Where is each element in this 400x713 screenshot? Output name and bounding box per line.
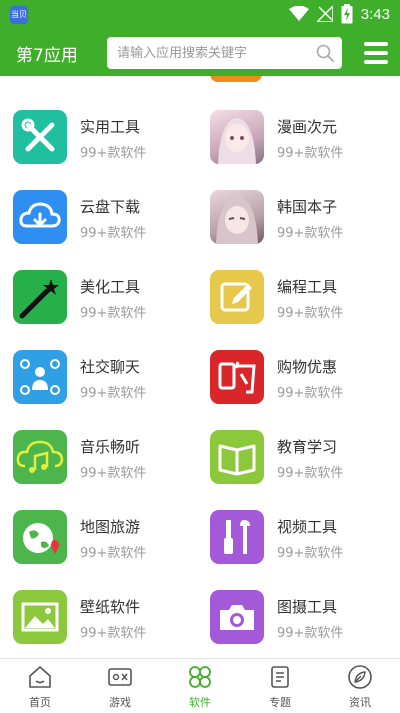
home-icon	[29, 666, 51, 688]
category-item[interactable]: 编程工具 99+款软件	[210, 270, 390, 326]
category-name: 地图旅游	[80, 518, 141, 536]
open-book-icon	[210, 430, 264, 484]
category-name: 社交聊天	[80, 358, 141, 376]
music-cloud-icon	[13, 430, 67, 484]
search-icon[interactable]	[316, 44, 334, 62]
status-bar: 当贝 3:43	[0, 0, 400, 30]
category-item[interactable]: 实用工具 99+款软件	[13, 110, 193, 166]
anime-girl-thumbnail	[210, 190, 264, 244]
tools-icon	[13, 110, 67, 164]
game-controller-icon	[108, 668, 132, 686]
category-name: 壁纸软件	[80, 598, 141, 616]
category-item[interactable]: 音乐畅听 99+款软件	[13, 430, 193, 486]
category-count: 99+款软件	[277, 386, 344, 401]
shopping-gou-icon	[210, 350, 264, 404]
category-name: 教育学习	[277, 438, 338, 456]
app-notification-icon: 当贝	[10, 6, 28, 24]
menu-icon[interactable]	[364, 42, 388, 64]
category-count: 99+款软件	[80, 466, 147, 481]
category-count: 99+款软件	[277, 466, 344, 481]
category-count: 99+款软件	[277, 626, 344, 641]
category-name: 实用工具	[80, 118, 141, 136]
category-count: 99+款软件	[80, 306, 147, 321]
globe-pin-icon	[13, 510, 67, 564]
category-item[interactable]: 美化工具 99+款软件	[13, 270, 193, 326]
wrench-screwdriver-icon	[210, 510, 264, 564]
anime-girl-thumbnail	[210, 110, 264, 164]
search-input[interactable]	[117, 43, 307, 63]
app-title: 第7应用	[16, 46, 78, 66]
category-name: 韩国本子	[277, 198, 338, 216]
category-count: 99+款软件	[277, 146, 344, 161]
category-item[interactable]: 图摄工具 99+款软件	[210, 590, 390, 646]
tab-label: 资讯	[349, 696, 371, 709]
battery-charging-icon	[341, 4, 353, 24]
camera-icon	[210, 590, 264, 644]
category-name: 购物优惠	[277, 358, 338, 376]
category-count: 99+款软件	[80, 386, 147, 401]
category-item[interactable]: 云盘下载 99+款软件	[13, 190, 193, 246]
cloud-download-icon	[13, 190, 67, 244]
category-name: 图摄工具	[277, 598, 338, 616]
tab-label: 专题	[269, 696, 291, 709]
category-count: 99+款软件	[80, 226, 147, 241]
category-name: 编程工具	[277, 278, 338, 296]
tab-topics[interactable]: 专题	[240, 659, 320, 713]
category-count: 99+款软件	[277, 546, 344, 561]
category-count: 99+款软件	[80, 546, 147, 561]
bottom-tab-bar: 首页 游戏 软件 专题 资讯	[0, 658, 400, 713]
wifi-icon	[288, 6, 309, 21]
social-network-icon	[13, 350, 67, 404]
news-leaf-icon	[348, 665, 372, 689]
category-item[interactable]: 韩国本子 99+款软件	[210, 190, 390, 246]
category-item[interactable]: 漫画次元 99+款软件	[210, 110, 390, 166]
category-item[interactable]: 地图旅游 99+款软件	[13, 510, 193, 566]
status-icons: 3:43	[288, 4, 390, 24]
tab-software[interactable]: 软件	[160, 659, 240, 713]
clock: 3:43	[360, 5, 390, 23]
category-item[interactable]: 购物优惠 99+款软件	[210, 350, 390, 406]
search-box[interactable]	[107, 37, 342, 69]
category-count: 99+款软件	[80, 146, 147, 161]
picture-icon	[13, 590, 67, 644]
category-item[interactable]: 教育学习 99+款软件	[210, 430, 390, 486]
category-item[interactable]: 壁纸软件 99+款软件	[13, 590, 193, 646]
tab-news[interactable]: 资讯	[320, 659, 400, 713]
category-name: 美化工具	[80, 278, 141, 296]
tab-label: 游戏	[109, 696, 131, 709]
topics-icon	[271, 666, 289, 688]
apps-grid-icon	[189, 666, 211, 688]
edit-pencil-icon	[210, 270, 264, 324]
category-name: 视频工具	[277, 518, 338, 536]
category-name: 漫画次元	[277, 118, 338, 136]
category-name: 音乐畅听	[80, 438, 141, 456]
category-list: 实用工具 99+款软件 漫画次元 99+款软件 云盘下载 99+款软件 韩国本子…	[0, 76, 400, 658]
tab-games[interactable]: 游戏	[80, 659, 160, 713]
category-count: 99+款软件	[277, 226, 344, 241]
previous-item-peek	[210, 76, 262, 82]
magic-wand-icon	[13, 270, 67, 324]
tab-label: 软件	[189, 696, 211, 709]
no-signal-icon	[316, 6, 333, 22]
category-count: 99+款软件	[277, 306, 344, 321]
category-count: 99+款软件	[80, 626, 147, 641]
category-name: 云盘下载	[80, 198, 141, 216]
tab-label: 首页	[29, 696, 51, 709]
category-item[interactable]: 社交聊天 99+款软件	[13, 350, 193, 406]
tab-home[interactable]: 首页	[0, 659, 80, 713]
category-item[interactable]: 视频工具 99+款软件	[210, 510, 390, 566]
app-header: 第7应用	[0, 30, 400, 76]
